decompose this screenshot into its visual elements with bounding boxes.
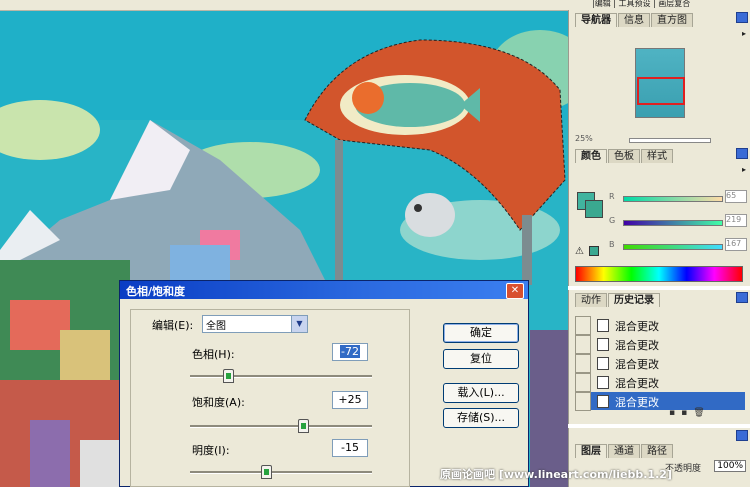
navigator-zoom-slider[interactable] <box>629 138 711 143</box>
lightness-slider-track[interactable] <box>190 471 372 474</box>
history-state-icon <box>597 338 609 351</box>
tab-history[interactable]: 历史记录 <box>608 293 660 307</box>
tab-color[interactable]: 颜色 <box>575 149 607 163</box>
channel-value[interactable]: 65 <box>725 190 747 203</box>
history-item-label: 混合更改 <box>615 396 659 409</box>
save-button[interactable]: 存储(S)... <box>443 408 519 428</box>
channel-value[interactable]: 167 <box>725 238 747 251</box>
saturation-input[interactable]: +25 <box>332 391 368 409</box>
background-color-swatch[interactable] <box>585 200 603 218</box>
channel-slider[interactable] <box>623 220 723 226</box>
channel-value[interactable]: 219 <box>725 214 747 227</box>
history-item[interactable]: 混合更改 <box>575 354 745 373</box>
channel-label: G <box>609 216 616 225</box>
panel-menu-icon[interactable]: ▸ <box>742 29 746 38</box>
hue-slider-thumb[interactable] <box>223 369 234 383</box>
history-item-selected[interactable]: 混合更改 <box>575 392 745 411</box>
history-item-label: 混合更改 <box>615 358 659 371</box>
history-state-icon <box>597 376 609 389</box>
channel-slider[interactable] <box>623 196 723 202</box>
tab-histogram[interactable]: 直方图 <box>651 13 693 27</box>
panel-minimize-icon[interactable] <box>736 430 748 441</box>
dialog-title: 色相/饱和度 <box>126 285 186 298</box>
palette-well-text: |编辑 | 工具预设 | 画层复合 <box>592 0 691 8</box>
gamut-color-swatch[interactable] <box>589 246 599 256</box>
hue-slider-track[interactable] <box>190 375 372 378</box>
history-toolbar-icons[interactable]: ▪▪🗑 <box>669 408 711 418</box>
hue-saturation-dialog: 色相/饱和度 ✕ 编辑(E): 全图 ▼ 色相(H): -72 饱和度(A): … <box>119 280 529 487</box>
history-item[interactable]: 混合更改 <box>575 335 745 354</box>
history-state-icon <box>597 357 609 370</box>
color-channel-b: B 167 <box>609 238 749 254</box>
tab-channels[interactable]: 通道 <box>608 444 640 458</box>
history-item-label: 混合更改 <box>615 320 659 333</box>
history-source-toggle[interactable] <box>575 335 591 354</box>
channel-label: B <box>609 240 615 249</box>
lightness-label: 明度(I): <box>192 444 230 457</box>
edit-label: 编辑(E): <box>152 319 194 332</box>
saturation-label: 饱和度(A): <box>192 396 245 409</box>
history-item-label: 混合更改 <box>615 339 659 352</box>
opacity-field[interactable]: 100% <box>714 460 746 472</box>
hue-value: -72 <box>340 345 360 358</box>
adjustment-group <box>130 309 410 487</box>
color-channel-g: G 219 <box>609 214 749 230</box>
history-source-toggle[interactable] <box>575 392 591 411</box>
panel-minimize-icon[interactable] <box>736 292 748 303</box>
panel-minimize-icon[interactable] <box>736 12 748 23</box>
hue-input[interactable]: -72 <box>332 343 368 361</box>
history-source-toggle[interactable] <box>575 316 591 335</box>
chevron-down-icon[interactable]: ▼ <box>291 316 307 332</box>
close-icon[interactable]: ✕ <box>506 283 524 299</box>
edit-dropdown-value: 全图 <box>206 321 226 332</box>
edit-dropdown[interactable]: 全图 ▼ <box>202 315 308 333</box>
load-button[interactable]: 载入(L)... <box>443 383 519 403</box>
navigator-view-box[interactable] <box>637 77 685 105</box>
gamut-warning-icon[interactable]: ⚠ <box>575 246 584 257</box>
color-spectrum[interactable] <box>575 266 743 282</box>
panel-menu-icon[interactable]: ▸ <box>742 165 746 174</box>
navigator-zoom[interactable]: 25% <box>575 134 593 143</box>
saturation-slider-track[interactable] <box>190 425 372 428</box>
tab-actions[interactable]: 动作 <box>575 293 607 307</box>
panel-minimize-icon[interactable] <box>736 148 748 159</box>
tab-styles[interactable]: 样式 <box>641 149 673 163</box>
saturation-slider-thumb[interactable] <box>298 419 309 433</box>
reset-button[interactable]: 复位 <box>443 349 519 369</box>
navigator-panel: 导航器 信息 直方图 ▸ 25% <box>568 10 750 146</box>
navigator-thumbnail[interactable] <box>635 48 685 118</box>
history-source-toggle[interactable] <box>575 373 591 392</box>
color-channel-r: R 65 <box>609 190 749 206</box>
history-state-icon <box>597 319 609 332</box>
tab-swatches[interactable]: 色板 <box>608 149 640 163</box>
color-panel: 颜色 色板 样式 ▸ R 65 G 219 B 167 ⚠ <box>568 146 750 286</box>
tab-paths[interactable]: 路径 <box>641 444 673 458</box>
tab-layers[interactable]: 图层 <box>575 444 607 458</box>
hue-label: 色相(H): <box>192 348 235 361</box>
history-item[interactable]: 混合更改 <box>575 373 745 392</box>
channel-label: R <box>609 192 615 201</box>
tab-info[interactable]: 信息 <box>618 13 650 27</box>
history-panel: 动作 历史记录 混合更改 混合更改 混合更改 混合更改 混合更改 ▪▪🗑 <box>568 290 750 424</box>
history-item-label: 混合更改 <box>615 377 659 390</box>
lightness-slider-thumb[interactable] <box>261 465 272 479</box>
history-item[interactable]: 混合更改 <box>575 316 745 335</box>
history-source-toggle[interactable] <box>575 354 591 373</box>
lightness-input[interactable]: -15 <box>332 439 368 457</box>
history-state-icon <box>597 395 609 408</box>
tab-navigator[interactable]: 导航器 <box>575 13 617 27</box>
dialog-title-bar[interactable]: 色相/饱和度 ✕ <box>120 281 528 299</box>
watermark: 原画论画吧 [www.lineart.com/liebb.1.2] <box>440 468 672 481</box>
channel-slider[interactable] <box>623 244 723 250</box>
ok-button[interactable]: 确定 <box>443 323 519 343</box>
